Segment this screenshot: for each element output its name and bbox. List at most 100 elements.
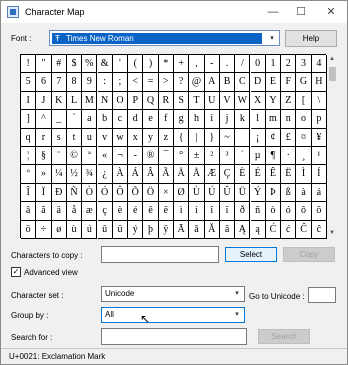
character-cell[interactable]: ³: [219, 147, 236, 166]
character-cell[interactable]: ã: [36, 202, 52, 221]
character-cell[interactable]: à: [296, 183, 312, 203]
character-cell[interactable]: .: [219, 55, 236, 74]
character-cell[interactable]: S: [174, 91, 190, 111]
character-cell[interactable]: s: [51, 128, 67, 147]
character-cell[interactable]: ê: [143, 202, 159, 221]
character-cell[interactable]: ù: [66, 220, 83, 239]
chevron-down-icon[interactable]: ▾: [232, 289, 242, 298]
character-cell[interactable]: ': [112, 55, 129, 74]
character-cell[interactable]: 8: [66, 73, 83, 92]
character-cell[interactable]: Q: [143, 91, 159, 111]
character-grid[interactable]: ! " # $% & '() * +, -./0 1 2 3 4 5 6 7 8 9:; < = >? @ A B C D E F G H…: [20, 54, 327, 239]
character-cell[interactable]: Ĉ: [296, 220, 312, 239]
character-cell[interactable]: C: [235, 73, 251, 92]
character-cell[interactable]: £: [281, 128, 297, 147]
character-cell[interactable]: í: [189, 202, 205, 221]
character-cell[interactable]: -: [204, 55, 220, 74]
character-cell[interactable]: #: [51, 55, 67, 74]
character-cell[interactable]: %: [82, 55, 98, 74]
character-cell[interactable]: ): [143, 55, 159, 74]
character-cell[interactable]: è: [112, 202, 129, 221]
character-cell[interactable]: º: [21, 165, 37, 184]
character-cell[interactable]: ©: [66, 147, 83, 166]
character-cell[interactable]: «: [97, 147, 113, 166]
character-cell[interactable]: È: [235, 165, 251, 184]
character-cell[interactable]: Å: [189, 165, 205, 184]
character-cell[interactable]: 7: [51, 73, 67, 92]
character-cell[interactable]: d: [128, 110, 144, 129]
character-cell[interactable]: ð: [235, 202, 251, 221]
character-cell[interactable]: Þ: [265, 183, 282, 203]
character-cell[interactable]: :: [97, 73, 113, 92]
character-cell[interactable]: F: [281, 73, 297, 92]
character-cell[interactable]: R: [158, 91, 174, 111]
characters-to-copy-input[interactable]: [101, 246, 219, 263]
group-by-dropdown[interactable]: All ▾: [101, 307, 245, 323]
character-cell[interactable]: $: [66, 55, 83, 74]
character-cell[interactable]: v: [97, 128, 113, 147]
character-cell[interactable]: 2: [281, 55, 297, 74]
character-cell[interactable]: p: [311, 110, 327, 129]
character-cell[interactable]: ²: [204, 147, 220, 166]
character-cell[interactable]: >: [158, 73, 174, 92]
character-cell[interactable]: M: [82, 91, 98, 111]
character-cell[interactable]: ~: [219, 128, 236, 147]
character-cell[interactable]: Ü: [235, 183, 251, 203]
character-cell[interactable]: }: [204, 128, 220, 147]
character-cell[interactable]: °: [174, 147, 190, 166]
scrollbar-thumb[interactable]: [329, 67, 336, 81]
character-cell[interactable]: ¬: [112, 147, 129, 166]
chevron-down-icon[interactable]: ▾: [232, 310, 242, 319]
character-cell[interactable]: ç: [97, 202, 113, 221]
character-cell[interactable]: ï: [219, 202, 236, 221]
character-cell[interactable]: ª: [82, 147, 98, 166]
chevron-down-icon[interactable]: ▾: [267, 34, 277, 43]
character-cell[interactable]: c: [112, 110, 129, 129]
character-cell[interactable]: y: [143, 128, 159, 147]
character-cell[interactable]: 5: [21, 73, 37, 92]
character-cell[interactable]: ¤: [296, 128, 312, 147]
character-cell[interactable]: B: [219, 73, 236, 92]
help-button[interactable]: Help: [285, 30, 337, 47]
character-cell[interactable]: r: [36, 128, 52, 147]
character-cell[interactable]: 3: [296, 55, 312, 74]
character-cell[interactable]: é: [128, 202, 144, 221]
character-cell[interactable]: E: [265, 73, 282, 92]
character-cell[interactable]: k: [235, 110, 251, 129]
character-cell[interactable]: &: [97, 55, 113, 74]
character-cell[interactable]: Ê: [265, 165, 282, 184]
character-cell[interactable]: D: [250, 73, 266, 92]
character-cell[interactable]: ¿: [97, 165, 113, 184]
advanced-view-checkbox[interactable]: ✓: [11, 267, 21, 277]
character-cell[interactable]: Ð: [51, 183, 67, 203]
character-cell[interactable]: þ: [143, 220, 159, 239]
character-cell[interactable]: â: [21, 202, 37, 221]
character-cell[interactable]: !: [21, 55, 37, 74]
character-cell[interactable]: Ā: [174, 220, 190, 239]
character-cell[interactable]: ú: [82, 220, 98, 239]
character-cell[interactable]: e: [143, 110, 159, 129]
character-cell[interactable]: ä: [51, 202, 67, 221]
character-cell[interactable]: ¦: [21, 147, 37, 166]
character-cell[interactable]: o: [296, 110, 312, 129]
character-cell[interactable]: Á: [128, 165, 144, 184]
character-cell[interactable]: 0: [250, 55, 266, 74]
character-cell[interactable]: Ć: [265, 220, 282, 239]
character-cell[interactable]: \: [311, 91, 327, 111]
character-cell[interactable]: ó: [281, 202, 297, 221]
character-cell[interactable]: ]: [21, 110, 37, 129]
character-cell[interactable]: À: [112, 165, 129, 184]
scroll-down-icon[interactable]: ▼: [329, 230, 335, 236]
character-cell[interactable]: Ù: [189, 183, 205, 203]
character-cell[interactable]: Î: [21, 183, 37, 203]
title-bar[interactable]: Character Map — ☐ ✕: [1, 1, 347, 23]
character-cell[interactable]: q: [21, 128, 37, 147]
character-cell[interactable]: ć: [281, 220, 297, 239]
character-cell[interactable]: =: [143, 73, 159, 92]
character-cell[interactable]: 4: [311, 55, 327, 74]
character-cell[interactable]: t: [66, 128, 83, 147]
character-cell[interactable]: I: [21, 91, 37, 111]
character-cell[interactable]: Ñ: [66, 183, 83, 203]
character-cell[interactable]: x: [128, 128, 144, 147]
character-cell[interactable]: ®: [143, 147, 159, 166]
